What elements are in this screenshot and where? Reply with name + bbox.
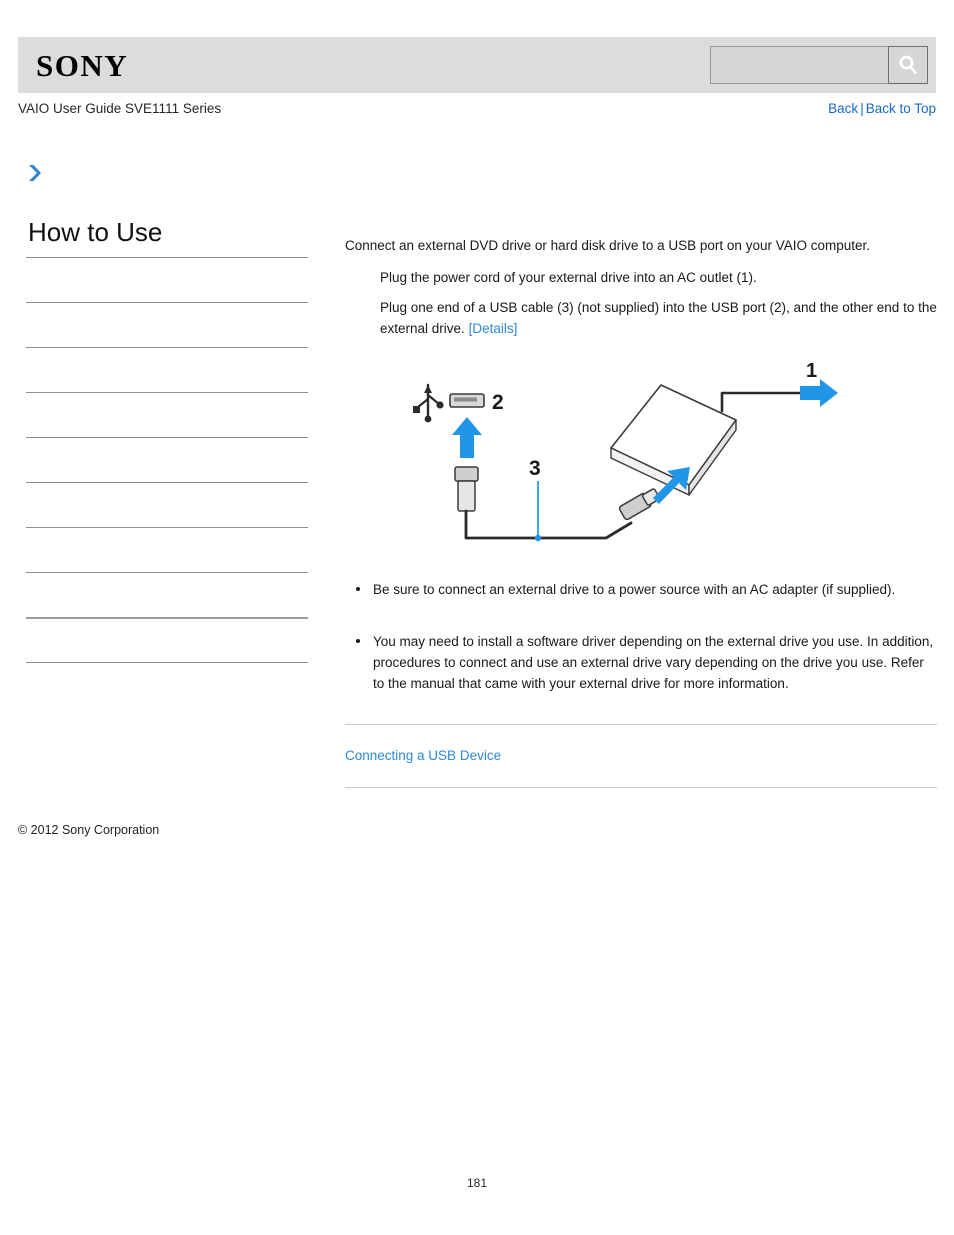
related-topics: Connecting a USB Device bbox=[345, 723, 937, 788]
usb-symbol-icon bbox=[413, 384, 444, 423]
sidebar-item-5[interactable] bbox=[26, 437, 308, 482]
callout-label-1: 1 bbox=[806, 363, 817, 382]
step-text: Plug one end of a USB cable (3) (not sup… bbox=[380, 300, 937, 337]
related-link-connecting-usb-device[interactable]: Connecting a USB Device bbox=[345, 748, 501, 763]
main-content: Connect an external DVD drive or hard di… bbox=[345, 236, 937, 788]
notes-list: Be sure to connect an external drive to … bbox=[345, 579, 937, 693]
sidebar-item-6[interactable] bbox=[26, 482, 308, 527]
sidebar-item-3[interactable] bbox=[26, 347, 308, 392]
sidebar-nav bbox=[26, 257, 308, 707]
guide-title: VAIO User Guide SVE1111 Series bbox=[18, 101, 222, 116]
section-marker[interactable] bbox=[24, 163, 44, 183]
callout-arrow-2 bbox=[452, 417, 482, 459]
sidebar-item-7[interactable] bbox=[26, 527, 308, 572]
sidebar-item-8[interactable] bbox=[26, 572, 308, 617]
chevron-right-icon bbox=[29, 165, 41, 181]
sidebar-item-9[interactable] bbox=[26, 617, 308, 662]
copyright-notice: © 2012 Sony Corporation bbox=[18, 823, 160, 837]
callout-dot-3 bbox=[534, 535, 542, 542]
page-number: 181 bbox=[466, 1176, 488, 1190]
callout-label-2: 2 bbox=[492, 391, 504, 414]
usb-plug-drive-end bbox=[618, 488, 661, 521]
usb-connection-diagram: 1 2 3 bbox=[413, 363, 838, 542]
search-area bbox=[710, 46, 928, 84]
search-icon bbox=[899, 55, 917, 74]
note-item-1: Be sure to connect an external drive to … bbox=[345, 579, 937, 600]
sidebar-item-10[interactable] bbox=[26, 662, 308, 707]
steps-list: Plug the power cord of your external dri… bbox=[345, 267, 937, 340]
step-item-1: Plug the power cord of your external dri… bbox=[380, 267, 937, 288]
breadcrumb-separator: | bbox=[860, 101, 864, 116]
sidebar: How to Use bbox=[26, 217, 308, 707]
intro-paragraph: Connect an external DVD drive or hard di… bbox=[345, 238, 870, 253]
site-header: SONY bbox=[18, 37, 936, 93]
usb-plug-left bbox=[454, 466, 479, 513]
sidebar-item-2[interactable] bbox=[26, 302, 308, 347]
sidebar-item-1[interactable] bbox=[26, 257, 308, 302]
note-item-2: You may need to install a software drive… bbox=[345, 631, 937, 694]
back-to-top-link[interactable]: Back to Top bbox=[866, 101, 936, 116]
sidebar-item-4[interactable] bbox=[26, 392, 308, 437]
breadcrumb: VAIO User Guide SVE1111 Series Back | Back… bbox=[18, 101, 936, 116]
step-text: Plug the power cord of your external dri… bbox=[380, 269, 757, 285]
search-input[interactable] bbox=[710, 46, 888, 84]
search-button[interactable] bbox=[888, 46, 928, 84]
details-link[interactable]: [Details] bbox=[469, 321, 518, 336]
breadcrumb-links: Back | Back to Top bbox=[828, 101, 936, 116]
sidebar-title: How to Use bbox=[28, 217, 163, 247]
usb-port-illustration bbox=[449, 393, 485, 409]
usb-cable-path bbox=[464, 510, 633, 540]
power-cord-path bbox=[720, 392, 804, 413]
back-link[interactable]: Back bbox=[828, 101, 858, 116]
step-item-2: Plug one end of a USB cable (3) (not sup… bbox=[380, 297, 937, 339]
sony-logo: SONY bbox=[36, 47, 129, 83]
callout-label-3: 3 bbox=[529, 457, 541, 480]
callout-arrow-1 bbox=[800, 379, 838, 408]
